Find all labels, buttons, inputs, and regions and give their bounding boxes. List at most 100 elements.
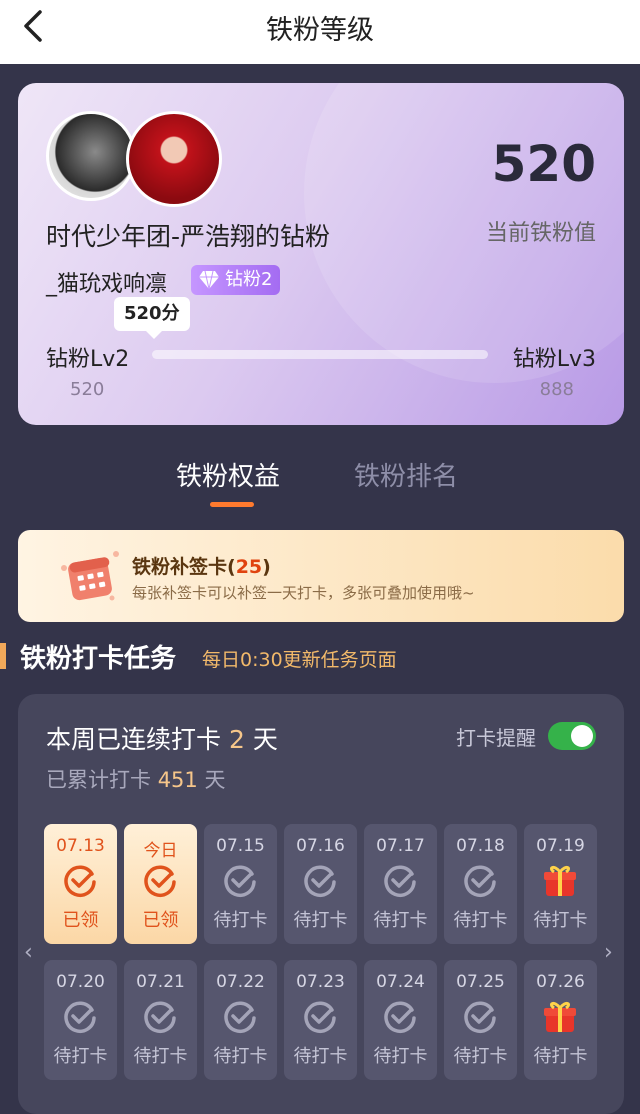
next-level: 钻粉Lv3 xyxy=(512,347,596,372)
checkin-day[interactable]: 07.21 待打卡 xyxy=(124,960,197,1080)
level-progress-bar xyxy=(152,350,488,359)
checkin-day[interactable]: 07.22 待打卡 xyxy=(204,960,277,1080)
user-name: _猫玧戏响凛 xyxy=(46,272,168,297)
day-status: 已领 xyxy=(142,910,179,931)
diamond-icon xyxy=(199,270,219,290)
section-subtitle: 每日0:30更新任务页面 xyxy=(202,649,397,671)
weekly-streak: 本周已连续打卡 2 天 xyxy=(46,720,278,756)
banner-count: 25 xyxy=(235,556,263,578)
fan-level-card: 520 当前铁粉值 时代少年团-严浩翔的钻粉 _猫玧戏响凛 钻粉2 520分 钻… xyxy=(18,83,624,425)
score-tooltip: 520分 xyxy=(114,297,190,339)
checkin-day[interactable]: 07.23 待打卡 xyxy=(284,960,357,1080)
gift-icon xyxy=(542,862,578,898)
day-date: 07.25 xyxy=(456,972,505,992)
checkin-day[interactable]: 07.13 已领 xyxy=(44,824,117,944)
next-level-value: 888 xyxy=(539,379,574,400)
active-tab-indicator xyxy=(210,502,254,507)
checkin-day[interactable]: 今日 已领 xyxy=(124,824,197,944)
check-icon xyxy=(462,862,498,898)
streak-prefix: 本周已连续打卡 xyxy=(46,725,222,754)
total-suffix: 天 xyxy=(204,768,226,792)
day-status: 待打卡 xyxy=(293,910,348,931)
day-date: 07.21 xyxy=(136,972,185,992)
day-status: 待打卡 xyxy=(533,910,588,931)
section-marker xyxy=(0,643,6,669)
check-icon xyxy=(302,862,338,898)
fan-score: 520 xyxy=(491,135,596,193)
total-days: 451 xyxy=(157,768,198,792)
day-date: 07.17 xyxy=(376,836,425,856)
checkin-day[interactable]: 07.16 待打卡 xyxy=(284,824,357,944)
check-icon xyxy=(142,862,178,898)
checkin-day[interactable]: 07.17 待打卡 xyxy=(364,824,437,944)
checkin-day[interactable]: 07.26 待打卡 xyxy=(524,960,597,1080)
day-date: 07.20 xyxy=(56,972,105,992)
fan-group-name: 时代少年团-严浩翔的钻粉 xyxy=(46,222,331,251)
check-icon xyxy=(222,862,258,898)
check-icon xyxy=(382,998,418,1034)
day-status: 已领 xyxy=(62,910,99,931)
check-icon xyxy=(222,998,258,1034)
gift-icon xyxy=(542,998,578,1034)
day-status: 待打卡 xyxy=(133,1046,188,1067)
day-date: 今日 xyxy=(143,841,178,861)
check-icon xyxy=(462,998,498,1034)
tab-fan-benefits[interactable]: 铁粉权益 xyxy=(176,456,280,493)
idol-avatar[interactable] xyxy=(126,111,222,207)
day-date: 07.22 xyxy=(216,972,265,992)
checkin-day[interactable]: 07.20 待打卡 xyxy=(44,960,117,1080)
reminder-label: 打卡提醒 xyxy=(456,726,536,750)
banner-title-text: 铁粉补签卡 xyxy=(132,556,228,578)
section-title: 铁粉打卡任务 xyxy=(20,644,177,674)
day-date: 07.23 xyxy=(296,972,345,992)
checkin-day[interactable]: 07.25 待打卡 xyxy=(444,960,517,1080)
day-date: 07.18 xyxy=(456,836,505,856)
next-week-icon[interactable]: › xyxy=(604,940,613,965)
top-bar: 铁粉等级 xyxy=(0,0,640,64)
tab-fan-ranking[interactable]: 铁粉排名 xyxy=(354,456,458,493)
toggle-knob xyxy=(571,725,593,747)
check-icon xyxy=(302,998,338,1034)
prev-week-icon[interactable]: ‹ xyxy=(24,940,33,965)
day-date: 07.26 xyxy=(536,972,585,992)
day-status: 待打卡 xyxy=(373,1046,428,1067)
level-badge: 钻粉2 xyxy=(191,265,281,295)
day-date: 07.13 xyxy=(56,836,105,856)
reminder-toggle[interactable] xyxy=(548,722,596,750)
current-level-value: 520 xyxy=(70,379,105,400)
day-status: 待打卡 xyxy=(533,1046,588,1067)
day-date: 07.24 xyxy=(376,972,425,992)
checkin-day[interactable]: 07.24 待打卡 xyxy=(364,960,437,1080)
day-status: 待打卡 xyxy=(453,910,508,931)
day-status: 待打卡 xyxy=(293,1046,348,1067)
user-avatar[interactable] xyxy=(46,111,136,201)
banner-subtitle: 每张补签卡可以补签一天打卡，多张可叠加使用哦~ xyxy=(132,584,475,602)
checkin-day[interactable]: 07.19 待打卡 xyxy=(524,824,597,944)
check-icon xyxy=(62,998,98,1034)
level-badge-label: 钻粉2 xyxy=(225,269,273,290)
check-icon xyxy=(142,998,178,1034)
streak-days: 2 xyxy=(228,725,245,754)
check-icon xyxy=(62,862,98,898)
checkin-panel: 本周已连续打卡 2 天 已累计打卡 451 天 打卡提醒 07.13 已领 今日 已领… xyxy=(18,694,624,1114)
day-status: 待打卡 xyxy=(373,910,428,931)
current-level: 钻粉Lv2 xyxy=(46,347,130,372)
total-prefix: 已累计打卡 xyxy=(46,768,151,792)
day-status: 待打卡 xyxy=(453,1046,508,1067)
fan-score-label: 当前铁粉值 xyxy=(485,221,596,246)
day-date: 07.16 xyxy=(296,836,345,856)
day-date: 07.15 xyxy=(216,836,265,856)
day-date: 07.19 xyxy=(536,836,585,856)
day-status: 待打卡 xyxy=(53,1046,108,1067)
calendar-icon xyxy=(61,551,119,601)
total-checkins: 已累计打卡 451 天 xyxy=(46,764,225,794)
day-status: 待打卡 xyxy=(213,1046,268,1067)
checkin-day[interactable]: 07.18 待打卡 xyxy=(444,824,517,944)
check-icon xyxy=(382,862,418,898)
streak-suffix: 天 xyxy=(252,725,278,754)
checkin-day[interactable]: 07.15 待打卡 xyxy=(204,824,277,944)
page-title: 铁粉等级 xyxy=(266,15,374,46)
banner-title: 铁粉补签卡(25) xyxy=(132,556,271,578)
makeup-card-banner[interactable]: 铁粉补签卡(25) 每张补签卡可以补签一天打卡，多张可叠加使用哦~ xyxy=(18,530,624,622)
day-status: 待打卡 xyxy=(213,910,268,931)
